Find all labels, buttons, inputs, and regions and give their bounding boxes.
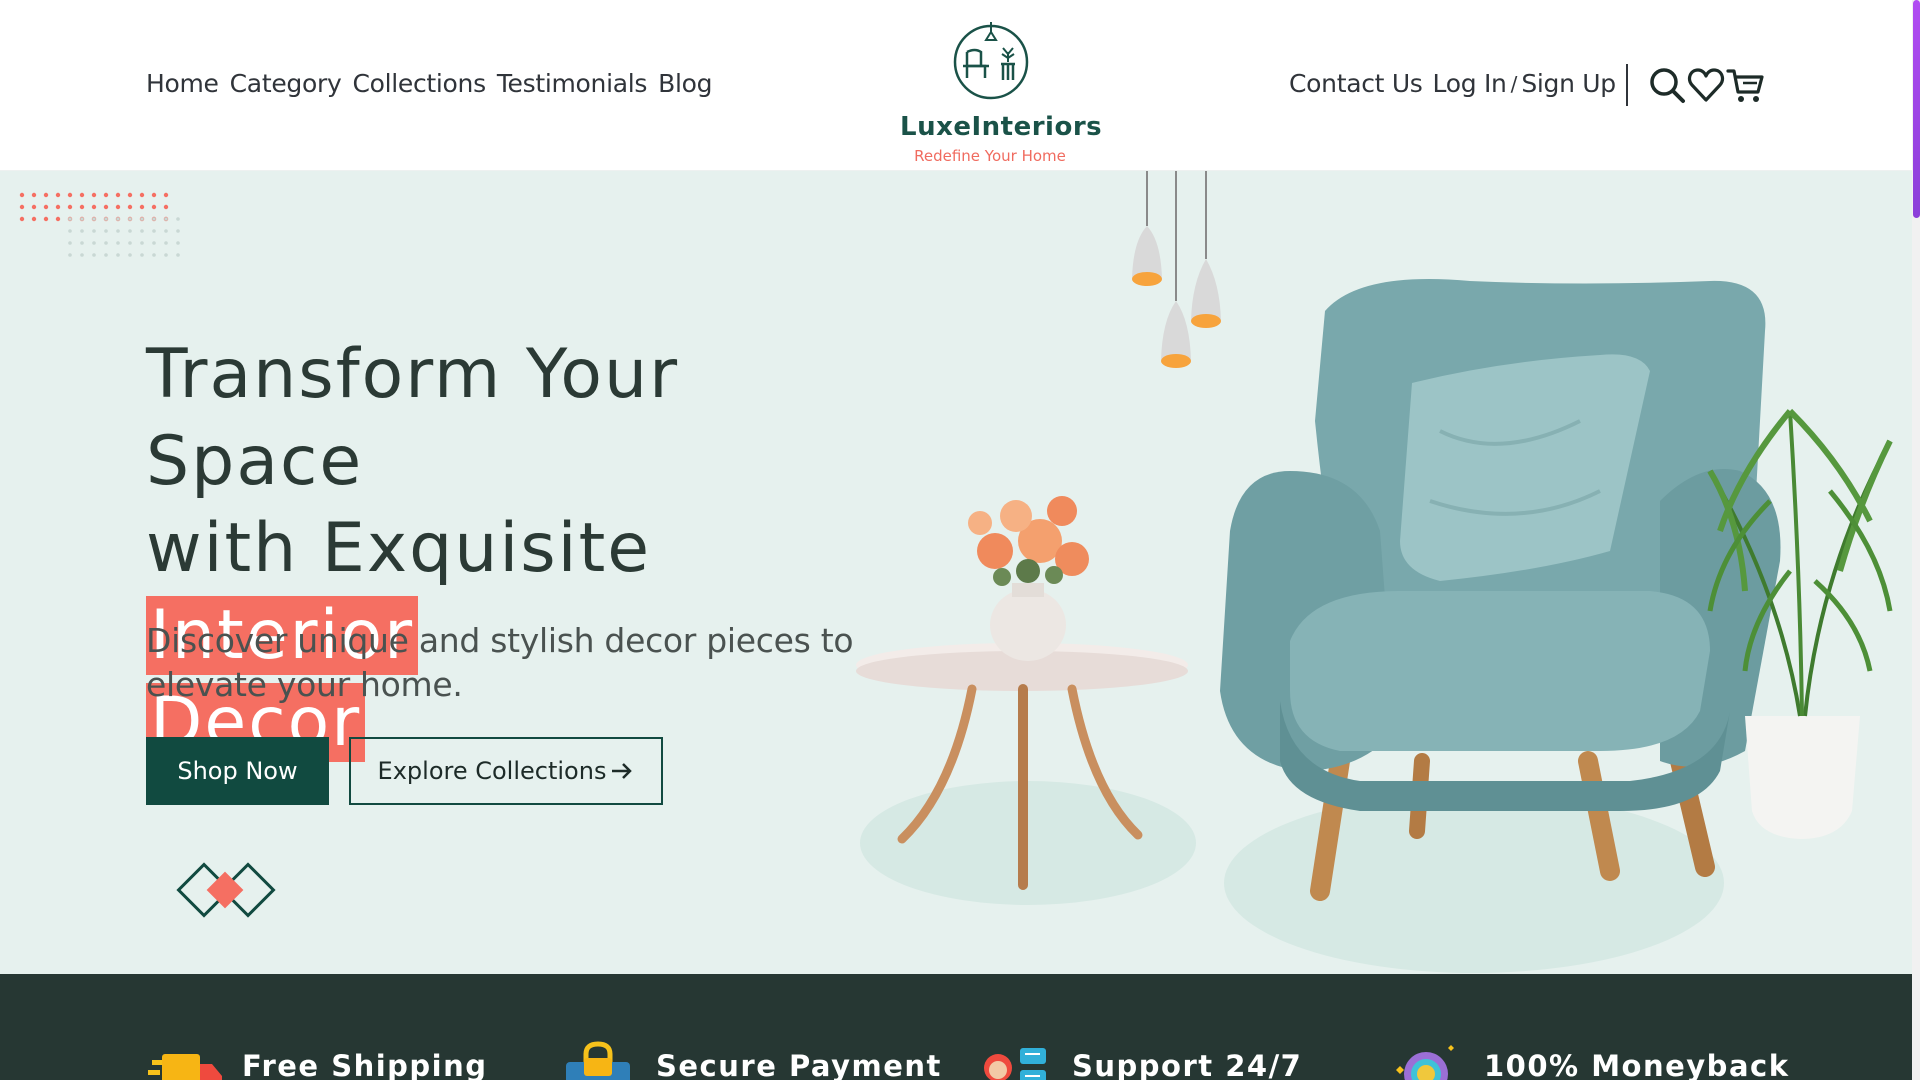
account-nav: Contact Us Log In / Sign Up — [1289, 69, 1616, 98]
teal-armchair — [1220, 279, 1781, 901]
feature-support-24-7: Support 24/7 — [976, 1032, 1302, 1080]
primary-nav: Home Category Collections Testimonials B… — [146, 69, 713, 98]
support-agent-icon — [984, 1048, 1046, 1080]
arrow-right-icon — [612, 763, 633, 779]
scrollbar-thumb[interactable] — [1913, 0, 1920, 218]
hero-subheading: Discover unique and stylish decor pieces… — [146, 621, 854, 704]
nav-collections-link[interactable]: Collections — [352, 69, 486, 98]
hero-section: Transform Your Space with Exquisite Inte… — [0, 171, 1912, 974]
auth-separator: / — [1510, 71, 1518, 96]
feature-label: Support 24/7 — [1072, 1049, 1303, 1080]
nav-testimonials-link[interactable]: Testimonials — [497, 69, 648, 98]
feature-label: 100% Moneyback — [1484, 1049, 1790, 1080]
search-icon[interactable] — [1648, 66, 1686, 104]
shopping-bag-lock-icon — [566, 1041, 630, 1080]
shop-now-button[interactable]: Shop Now — [146, 737, 329, 805]
headline-line-2: with Exquisite — [146, 509, 652, 588]
brand-logo[interactable]: LuxeInteriors Redefine Your Home — [900, 16, 1103, 165]
armchair-lamp-logo-icon — [953, 22, 1029, 100]
cart-icon[interactable] — [1726, 66, 1764, 104]
delivery-truck-icon — [148, 1054, 222, 1080]
feature-moneyback: 100% Moneyback — [1388, 1032, 1790, 1080]
feature-secure-payment: Secure Payment — [560, 1032, 942, 1080]
brand-tagline: Redefine Your Home — [914, 147, 1066, 165]
explore-collections-button[interactable]: Explore Collections — [349, 737, 663, 805]
auth-links: Log In / Sign Up — [1433, 69, 1617, 98]
site-header: Home Category Collections Testimonials B… — [0, 0, 1912, 171]
living-room-illustration — [856, 171, 1893, 973]
money-badge-icon — [1396, 1045, 1454, 1080]
decorative-diamonds — [176, 862, 276, 918]
nav-blog-link[interactable]: Blog — [658, 69, 712, 98]
feature-free-shipping: Free Shipping — [146, 1032, 488, 1080]
pendant-lamps — [1132, 171, 1221, 368]
heart-icon[interactable] — [1687, 66, 1725, 104]
nav-contact-link[interactable]: Contact Us — [1289, 69, 1423, 98]
brand-name: LuxeInteriors — [900, 112, 1103, 142]
nav-home-link[interactable]: Home — [146, 69, 219, 98]
nav-divider — [1626, 64, 1628, 106]
decorative-dots — [19, 192, 180, 257]
feature-label: Secure Payment — [656, 1049, 942, 1080]
nav-category-link[interactable]: Category — [230, 69, 342, 98]
signup-link[interactable]: Sign Up — [1521, 69, 1616, 98]
explore-collections-label: Explore Collections — [377, 757, 607, 785]
feature-label: Free Shipping — [242, 1049, 488, 1080]
login-link[interactable]: Log In — [1433, 69, 1507, 98]
headline-line-1: Transform Your Space — [146, 335, 680, 501]
features-bar: Free Shipping Secure Payment Support 24/… — [0, 974, 1912, 1080]
